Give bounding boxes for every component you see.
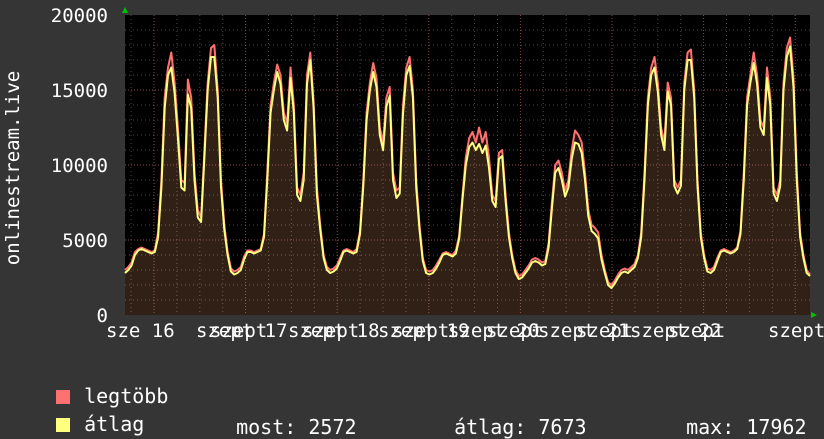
stat-max: max: 17962	[662, 391, 807, 439]
x-tick-label-overlap: szept	[486, 320, 543, 342]
y-axis-arrow-icon	[122, 7, 128, 13]
y-tick-label: 10000	[51, 155, 108, 177]
legend-label-avg: átlag	[84, 412, 145, 436]
stat-max-label: max:	[686, 415, 735, 439]
stat-now: most: 2572	[212, 391, 357, 439]
x-tick-label-overlap: szept	[576, 320, 633, 342]
x-tick-label-overlap: szept	[668, 320, 725, 342]
stat-now-label: most:	[236, 415, 297, 439]
y-tick-label: 20000	[51, 5, 108, 27]
y-axis-ticks: 05000100001500020000	[51, 5, 108, 327]
stat-now-value: 2572	[308, 415, 357, 439]
y-tick-label: 5000	[62, 230, 108, 252]
stat-avg-value: 7673	[538, 415, 587, 439]
stat-avg: átlag: 7673	[430, 391, 587, 439]
x-tick-label-overlap: szept	[302, 320, 359, 342]
y-tick-label: 15000	[51, 80, 108, 102]
x-tick-label-overlap: szept	[210, 320, 267, 342]
stream-chart: 05000100001500020000 sze 16 szept 17 szept…	[2, 5, 824, 342]
x-tick-label-overlap: szept	[392, 320, 449, 342]
x-tick-label: szept	[768, 320, 824, 342]
x-axis-ticks: sze 16 szept 17 szept 18szept 19szept 20sz…	[106, 320, 824, 342]
x-axis-arrow-icon	[811, 312, 817, 318]
y-axis-label: onlinestream.live	[2, 71, 24, 265]
stat-max-value: 17962	[746, 415, 807, 439]
stat-avg-label: átlag:	[454, 415, 527, 439]
legend-item-avg: átlag	[32, 391, 144, 435]
x-tick-label: sze 16	[106, 320, 175, 342]
